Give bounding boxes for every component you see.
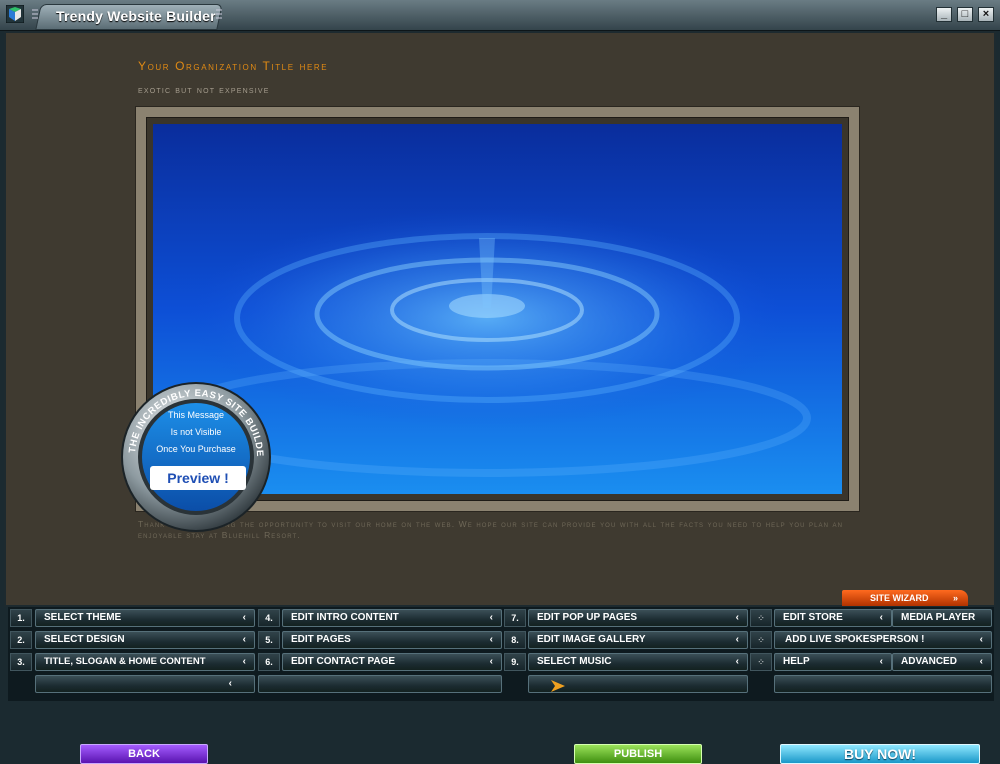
chevron-left-icon: ‹	[735, 656, 739, 667]
slogan: exotic but not expensive	[138, 85, 270, 96]
app-icon[interactable]	[6, 5, 24, 23]
site-wizard-button[interactable]: SITE WIZARD »	[842, 590, 968, 606]
select-music-button[interactable]: SELECT MUSIC ‹	[528, 653, 748, 671]
chevron-left-icon: ‹	[735, 634, 739, 645]
step-number: 6.	[258, 653, 280, 671]
advanced-label: ADVANCED	[901, 656, 957, 667]
chevron-left-icon: ‹	[879, 612, 883, 623]
minimize-icon: _	[940, 8, 948, 20]
select-theme-button[interactable]: SELECT THEME ‹	[35, 609, 255, 627]
select-design-button[interactable]: SELECT DESIGN ‹	[35, 631, 255, 649]
title-bar: Trendy Website Builder _ □ ×	[0, 0, 1000, 31]
close-icon: ×	[982, 8, 990, 20]
maximize-icon: □	[961, 8, 969, 20]
edit-pages-label: EDIT PAGES	[291, 634, 351, 645]
menu-row-actions: ‹ BACK PUBLISH BUY NOW!	[8, 675, 994, 764]
media-player-button[interactable]: MEDIA PLAYER	[892, 609, 992, 627]
chevron-left-icon: ‹	[489, 634, 493, 645]
builder-menu: 1. SELECT THEME ‹ 4. EDIT INTRO CONTENT ‹ …	[8, 607, 994, 764]
preview-badge: THE INCREDIBLY EASY SITE BUILDER!	[117, 382, 271, 532]
organization-title: Your Organization Title here	[138, 59, 329, 73]
buy-now-label: BUY NOW!	[843, 746, 917, 762]
chevron-left-icon: ‹	[979, 656, 983, 667]
arrow-right-icon	[551, 680, 565, 692]
badge-line-1: This Message	[167, 410, 225, 420]
step-number: 4.	[258, 609, 280, 627]
maximize-button[interactable]: □	[957, 7, 973, 22]
grip-icon	[216, 9, 222, 19]
step-number: 7.	[504, 609, 526, 627]
add-live-spokesperson-label: ADD LIVE SPOKESPERSON !	[785, 634, 925, 645]
help-button[interactable]: HELP ‹	[774, 653, 892, 671]
chevron-left-icon: ‹	[242, 634, 246, 645]
close-button[interactable]: ×	[978, 7, 994, 22]
grip-icon	[32, 9, 38, 19]
edit-pop-up-pages-button[interactable]: EDIT POP UP PAGES ‹	[528, 609, 748, 627]
publish-label: PUBLISH	[613, 748, 663, 760]
menu-row-3: 3. TITLE, SLOGAN & HOME CONTENT ‹ 6. EDIT…	[8, 653, 994, 673]
edit-intro-content-button[interactable]: EDIT INTRO CONTENT ‹	[282, 609, 502, 627]
chevron-left-icon: ‹	[879, 656, 883, 667]
buy-now-button[interactable]: BUY NOW!	[780, 744, 980, 764]
chevron-left-icon: ‹	[489, 612, 493, 623]
minimize-button[interactable]: _	[936, 7, 952, 22]
edit-pages-button[interactable]: EDIT PAGES ‹	[282, 631, 502, 649]
dots-icon: ⁘	[750, 653, 772, 671]
edit-pop-up-pages-label: EDIT POP UP PAGES	[537, 612, 638, 623]
chevron-left-icon: ‹	[242, 656, 246, 667]
help-label: HELP	[783, 656, 810, 667]
select-music-label: SELECT MUSIC	[537, 656, 612, 667]
media-player-label: MEDIA PLAYER	[901, 612, 976, 623]
empty-slot	[258, 675, 502, 693]
menu-row-2: 2. SELECT DESIGN ‹ 5. EDIT PAGES ‹ 8. EDIT…	[8, 631, 994, 651]
buy-slot	[774, 675, 992, 693]
chevron-left-icon: ‹	[228, 678, 232, 689]
edit-contact-page-label: EDIT CONTACT PAGE	[291, 656, 396, 667]
step-number: 3.	[10, 653, 32, 671]
title-slogan-home-content-button[interactable]: TITLE, SLOGAN & HOME CONTENT ‹	[35, 653, 255, 671]
step-number: 2.	[10, 631, 32, 649]
back-slot: ‹	[35, 675, 255, 693]
step-number: 5.	[258, 631, 280, 649]
dots-icon: ⁘	[750, 631, 772, 649]
step-number: 1.	[10, 609, 32, 627]
edit-store-label: EDIT STORE	[783, 612, 843, 623]
chevron-left-icon: ‹	[489, 656, 493, 667]
back-button[interactable]: BACK	[80, 744, 208, 764]
select-theme-label: SELECT THEME	[44, 612, 122, 623]
advanced-button[interactable]: ADVANCED ‹	[892, 653, 992, 671]
dots-icon: ⁘	[750, 609, 772, 627]
edit-image-gallery-button[interactable]: EDIT IMAGE GALLERY ‹	[528, 631, 748, 649]
menu-row-1: 1. SELECT THEME ‹ 4. EDIT INTRO CONTENT ‹ …	[8, 609, 994, 629]
step-number: 9.	[504, 653, 526, 671]
chevron-left-icon: ‹	[242, 612, 246, 623]
select-design-label: SELECT DESIGN	[44, 634, 125, 645]
edit-store-button[interactable]: EDIT STORE ‹	[774, 609, 892, 627]
badge-line-2: Is not Visible	[170, 427, 222, 437]
chevron-left-icon: ‹	[735, 612, 739, 623]
publish-button[interactable]: PUBLISH	[574, 744, 702, 764]
double-chevron-right-icon: »	[952, 593, 958, 603]
add-live-spokesperson-button[interactable]: ADD LIVE SPOKESPERSON ! ‹	[774, 631, 992, 649]
step-number: 8.	[504, 631, 526, 649]
edit-image-gallery-label: EDIT IMAGE GALLERY	[537, 634, 646, 645]
site-wizard-label: SITE WIZARD	[870, 593, 929, 603]
edit-contact-page-button[interactable]: EDIT CONTACT PAGE ‹	[282, 653, 502, 671]
edit-intro-content-label: EDIT INTRO CONTENT	[291, 612, 399, 623]
badge-line-3: Once You Purchase	[156, 444, 236, 454]
chevron-left-icon: ‹	[979, 634, 983, 645]
back-label: BACK	[128, 748, 160, 760]
title-slogan-home-content-label: TITLE, SLOGAN & HOME CONTENT	[44, 656, 206, 667]
window-title: Trendy Website Builder	[56, 8, 216, 24]
badge-preview-label: Preview !	[150, 466, 246, 490]
